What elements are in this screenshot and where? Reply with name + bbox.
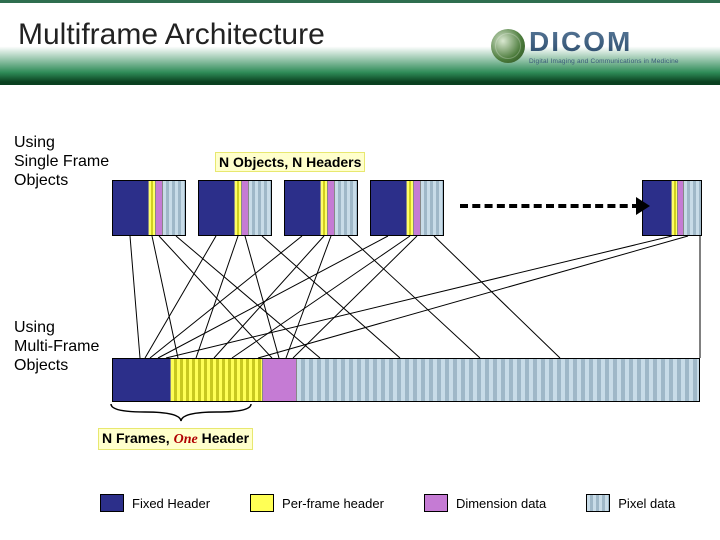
object-n <box>642 180 702 236</box>
legend: Fixed Header Per-frame header Dimension … <box>100 494 700 512</box>
globe-icon <box>491 29 525 63</box>
ellipsis-arrow <box>460 204 640 208</box>
single-frame-row <box>112 180 700 236</box>
mf-fixed-header <box>113 359 171 401</box>
legend-fixed-header: Fixed Header <box>100 494 210 512</box>
object-3 <box>284 180 358 236</box>
legend-per-frame-header: Per-frame header <box>250 494 384 512</box>
legend-dimension-data: Dimension data <box>424 494 546 512</box>
swatch-dimension-data <box>424 494 448 512</box>
caption-one: One <box>174 432 198 447</box>
mf-pixel-data <box>297 359 699 401</box>
object-4 <box>370 180 444 236</box>
caption-n-objects: N Objects, N Headers <box>215 152 365 172</box>
swatch-per-frame-header <box>250 494 274 512</box>
logo-tagline: Digital Imaging and Communications in Me… <box>529 58 679 65</box>
mf-dimension-data <box>263 359 297 401</box>
legend-pixel-data: Pixel data <box>586 494 675 512</box>
object-2 <box>198 180 272 236</box>
object-1 <box>112 180 186 236</box>
arrow-head-icon <box>636 197 650 215</box>
swatch-pixel-data <box>586 494 610 512</box>
multiframe-bar <box>112 358 700 402</box>
swatch-fixed-header <box>100 494 124 512</box>
dicom-logo: DICOM Digital Imaging and Communications… <box>491 18 706 73</box>
caption-prefix: N Frames, <box>102 430 174 446</box>
caption-suffix: Header <box>198 430 249 446</box>
logo-brand: DICOM <box>529 26 679 58</box>
caption-n-frames: N Frames, One Header <box>98 428 253 450</box>
page-title: Multiframe Architecture <box>18 18 325 52</box>
mf-per-frame-header <box>171 359 263 401</box>
label-multi-frame: Using Multi-Frame Objects <box>14 318 99 376</box>
label-single-frame: Using Single Frame Objects <box>14 133 109 191</box>
curly-brace-icon <box>110 403 252 423</box>
